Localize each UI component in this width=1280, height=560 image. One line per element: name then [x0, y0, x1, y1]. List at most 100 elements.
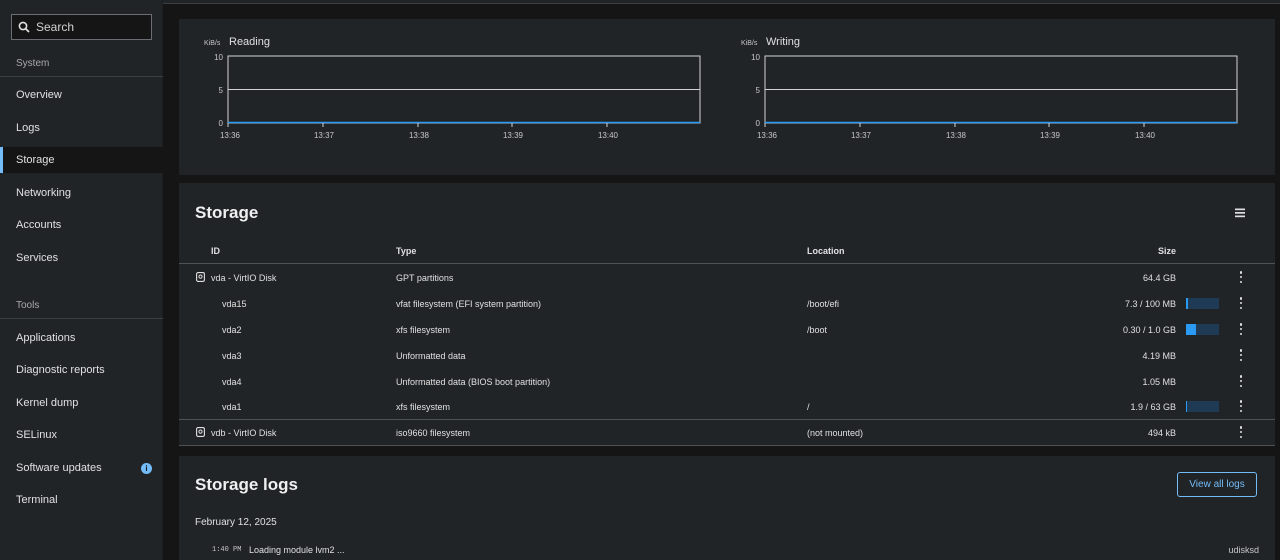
x-tick-label: 13:36	[757, 131, 778, 140]
row-location: /	[807, 402, 810, 412]
table-row[interactable]: vda4 Unformatted data (BIOS boot partiti…	[179, 368, 1275, 394]
row-type: vfat filesystem (EFI system partition)	[396, 299, 542, 309]
x-tick-label: 13:37	[851, 131, 872, 140]
row-type: xfs filesystem	[396, 325, 451, 335]
view-all-logs-button[interactable]: View all logs	[1177, 472, 1257, 497]
sidebar-item-applications[interactable]: Applications	[0, 325, 163, 351]
y-tick-label: 0	[219, 119, 224, 128]
table-row[interactable]: vdb - VirtIO Disk iso9660 filesystem (no…	[179, 419, 1275, 445]
kebab-menu-icon[interactable]	[1237, 348, 1245, 362]
column-header-location: Location	[807, 246, 845, 256]
log-date-heading: February 12, 2025	[195, 517, 277, 528]
reading-chart: KiB/s Reading 10 5 0 13:36 13:37 13:38 1…	[204, 36, 704, 161]
kebab-menu-icon[interactable]	[1237, 374, 1245, 388]
row-size: 7.3 / 100 MB	[1124, 299, 1176, 309]
kebab-menu-icon[interactable]	[1237, 399, 1245, 413]
row-size: 4.19 MB	[1142, 351, 1176, 361]
y-tick-label: 5	[219, 86, 224, 95]
tools-section-label: Tools	[16, 300, 40, 311]
log-entry-time: 1:40 PM	[212, 546, 242, 554]
x-tick-label: 13:36	[220, 131, 241, 140]
row-type: iso9660 filesystem	[396, 428, 471, 438]
kebab-menu-icon[interactable]	[1237, 322, 1245, 336]
x-tick-label: 13:38	[946, 131, 967, 140]
table-row[interactable]: vda15 vfat filesystem (EFI system partit…	[179, 290, 1275, 316]
reading-chart-plot: 10 5 0 13:36 13:37 13:38 13:39 13:40	[214, 53, 701, 140]
sidebar-item-diagnostic-reports[interactable]: Diagnostic reports	[0, 357, 163, 383]
storage-logs-card: Storage logs View all logs February 12, …	[179, 456, 1275, 560]
x-tick-label: 13:40	[598, 131, 619, 140]
x-tick-label: 13:39	[503, 131, 524, 140]
table-row[interactable]: vda3 Unformatted data 4.19 MB	[179, 342, 1275, 368]
storage-card: Storage ID Type Location Size vda - Virt…	[179, 183, 1275, 446]
usage-bar	[1186, 324, 1219, 335]
row-id: vdb - VirtIO Disk	[211, 428, 277, 438]
row-type: xfs filesystem	[396, 402, 451, 412]
sidebar-item-overview[interactable]: Overview	[0, 82, 163, 108]
row-type: Unformatted data	[396, 351, 466, 361]
x-tick-label: 13:39	[1040, 131, 1061, 140]
search-input[interactable]	[36, 20, 146, 34]
row-size: 0.30 / 1.0 GB	[1122, 325, 1176, 335]
writing-chart-plot: 10 5 0 13:36 13:37 13:38 13:39 13:40	[751, 53, 1238, 140]
search-box[interactable]	[11, 14, 152, 40]
sidebar-item-terminal[interactable]: Terminal	[0, 487, 163, 513]
row-type: GPT partitions	[396, 273, 454, 283]
row-location: /boot/efi	[807, 299, 840, 309]
row-location: (not mounted)	[807, 428, 864, 438]
table-row[interactable]: vda2 xfs filesystem /boot 0.30 / 1.0 GB	[179, 316, 1275, 342]
log-entry-message[interactable]: Loading module lvm2 ...	[249, 545, 345, 555]
usage-bar	[1186, 401, 1219, 412]
row-size: 494 kB	[1147, 428, 1176, 438]
row-type: Unformatted data (BIOS boot partition)	[396, 377, 551, 387]
system-section-divider	[0, 76, 163, 77]
y-tick-label: 0	[756, 119, 761, 128]
sidebar-item-kernel-dump[interactable]: Kernel dump	[0, 390, 163, 416]
row-id: vda15	[222, 299, 247, 309]
usage-bar-fill	[1186, 298, 1189, 309]
sidebar-item-services[interactable]: Services	[0, 245, 163, 271]
kebab-menu-icon[interactable]	[1237, 425, 1245, 439]
storage-title: Storage	[195, 203, 259, 222]
y-tick-label: 5	[756, 86, 761, 95]
log-entry-source: udisksd	[1228, 545, 1259, 555]
sidebar-item-networking[interactable]: Networking	[0, 180, 163, 206]
disk-icon	[196, 272, 205, 282]
row-size: 64.4 GB	[1142, 273, 1176, 283]
x-tick-label: 13:40	[1135, 131, 1156, 140]
row-id: vda - VirtIO Disk	[211, 273, 277, 283]
row-size: 1.9 / 63 GB	[1130, 402, 1176, 412]
y-tick-label: 10	[751, 53, 760, 62]
storage-logs-title: Storage logs	[195, 475, 298, 494]
x-tick-label: 13:38	[409, 131, 430, 140]
tools-section-divider	[0, 318, 163, 319]
sidebar-item-label: Software updates	[16, 462, 102, 474]
writing-chart: KiB/s Writing 10 5 0 13:36 13:37 13:38 1…	[741, 36, 1241, 161]
table-row[interactable]: vda - VirtIO Disk GPT partitions 64.4 GB	[179, 264, 1275, 290]
sidebar: System Overview Logs Storage Networking …	[0, 0, 163, 560]
kebab-menu-icon[interactable]	[1237, 296, 1245, 310]
row-divider	[179, 445, 1275, 446]
sidebar-item-logs[interactable]: Logs	[0, 115, 163, 141]
sidebar-item-selinux[interactable]: SELinux	[0, 422, 163, 448]
sidebar-item-software-updates[interactable]: Software updates i	[0, 455, 163, 481]
kebab-menu-icon[interactable]	[1237, 270, 1245, 284]
search-icon	[18, 21, 30, 33]
column-header-id: ID	[211, 246, 220, 256]
row-id: vda2	[222, 325, 242, 335]
bars-menu-icon[interactable]	[1234, 207, 1247, 219]
row-location: /boot	[807, 325, 828, 335]
y-tick-label: 10	[214, 53, 223, 62]
x-tick-label: 13:37	[314, 131, 335, 140]
top-toolbar	[163, 0, 1280, 4]
table-row[interactable]: vda1 xfs filesystem / 1.9 / 63 GB	[179, 393, 1275, 419]
row-id: vda3	[222, 351, 242, 361]
sidebar-item-accounts[interactable]: Accounts	[0, 212, 163, 238]
usage-bar-fill	[1186, 324, 1196, 335]
sidebar-item-storage[interactable]: Storage	[0, 147, 163, 173]
io-charts-card: KiB/s Reading 10 5 0 13:36 13:37 13:38 1…	[179, 19, 1275, 175]
info-badge-icon: i	[141, 462, 152, 474]
row-id: vda4	[222, 377, 242, 387]
usage-bar	[1186, 298, 1219, 309]
column-header-size: Size	[1157, 246, 1176, 256]
